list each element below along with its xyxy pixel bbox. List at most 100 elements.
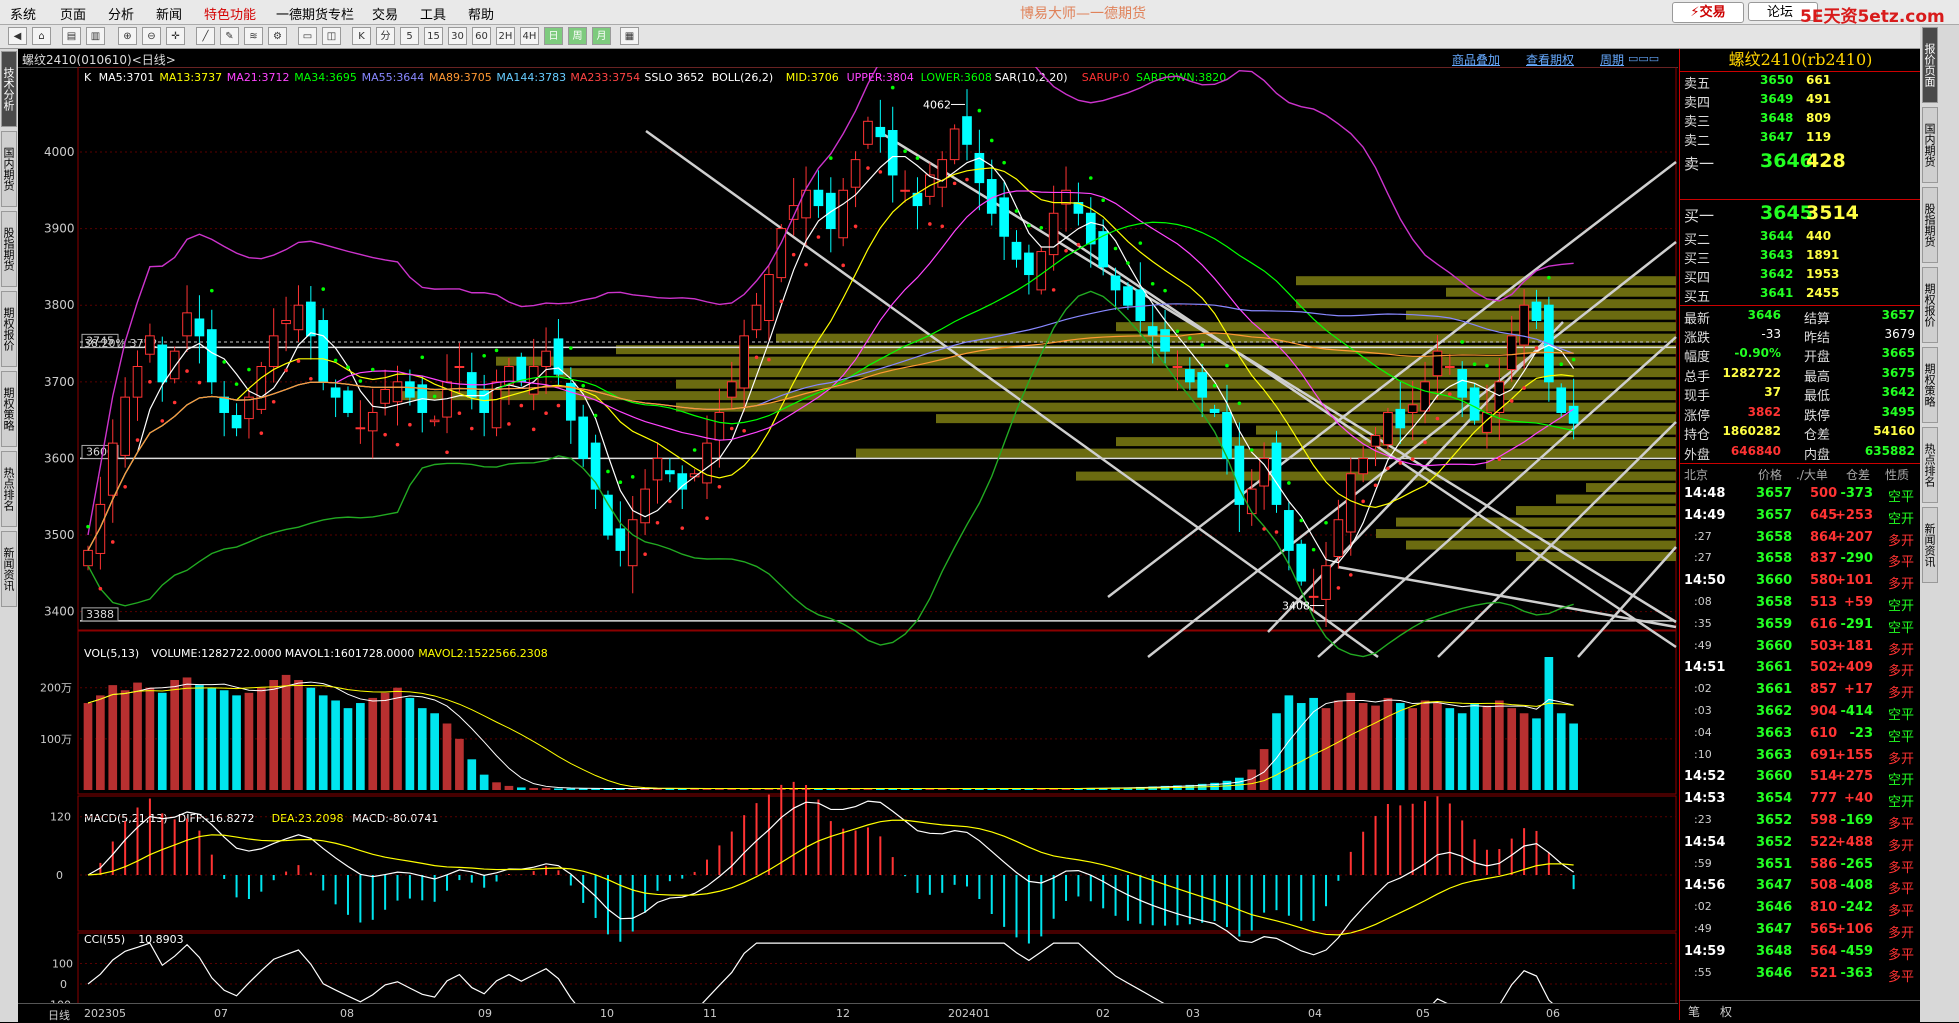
period-15[interactable]: 15 <box>424 27 443 45</box>
tab-hot-ranking-r[interactable]: 热点排名 <box>1922 427 1938 503</box>
menu-system[interactable]: 系统 <box>10 4 36 23</box>
sar-dot <box>284 368 288 373</box>
period-link[interactable]: 周期 <box>1600 51 1624 68</box>
ask-row[interactable]: 卖四 3649 491 <box>1680 90 1921 111</box>
options-link[interactable]: 查看期权 <box>1526 51 1574 68</box>
sar-dot <box>1051 288 1056 292</box>
sar-dot <box>1064 248 1068 253</box>
tab-quote-page[interactable]: 报价页面 <box>1922 27 1938 103</box>
price-axis-label: 3500 <box>44 528 75 542</box>
tab-domestic-futures-r[interactable]: 国内期货 <box>1922 107 1938 183</box>
period-k[interactable]: K <box>352 27 371 45</box>
tab-option-strategy-r[interactable]: 期权策略 <box>1922 347 1938 423</box>
volume-bar <box>219 690 229 790</box>
menu-trade[interactable]: 交易 <box>372 4 398 23</box>
candle-body <box>95 503 106 554</box>
draw-pen-icon[interactable]: ✎ <box>220 27 239 45</box>
volume-bar <box>405 697 415 790</box>
menu-yide-column[interactable]: 一德期货专栏 <box>276 4 354 23</box>
window-icon[interactable]: ▭ <box>298 27 317 45</box>
menu-page[interactable]: 页面 <box>60 4 86 23</box>
volume-bar <box>1420 700 1430 790</box>
ask-row[interactable]: 卖一 3646 428 <box>1680 149 1921 175</box>
draw-line-icon[interactable]: ╱ <box>196 27 215 45</box>
volume-bar <box>1495 700 1504 790</box>
bid-row[interactable]: 买二 3644 440 <box>1680 227 1921 248</box>
period-2h[interactable]: 2H <box>496 27 515 45</box>
menu-tools[interactable]: 工具 <box>420 4 446 23</box>
period-4h[interactable]: 4H <box>520 27 539 45</box>
tab-news-r[interactable]: 新闻资讯 <box>1922 507 1938 583</box>
tick-nature: 空开 <box>1888 511 1915 527</box>
main-indicator-label: UPPER:3804 <box>847 71 914 84</box>
candle-body <box>392 381 403 403</box>
volume-bar <box>96 695 105 790</box>
ask-row[interactable]: 卖三 3648 809 <box>1680 109 1921 130</box>
crosshair-icon[interactable]: ✛ <box>166 27 185 45</box>
sar-dot <box>816 235 821 239</box>
tab-rights[interactable]: 权 <box>1720 1003 1732 1020</box>
volume-bar <box>1284 695 1294 790</box>
volume-bar <box>1346 692 1356 790</box>
tick-price: 3647 <box>1756 878 1793 894</box>
tab-index-futures[interactable]: 股指期货 <box>1 211 17 287</box>
period-5[interactable]: 5 <box>400 27 419 45</box>
back-icon[interactable]: ◀ <box>8 27 27 45</box>
tick-volume: 503 <box>1810 638 1838 654</box>
settings-icon[interactable]: ⚙ <box>268 27 287 45</box>
tick-time: :49 <box>1694 638 1712 652</box>
tab-hot-ranking[interactable]: 热点排名 <box>1 451 17 527</box>
bid-row[interactable]: 买一 3645 3514 <box>1680 199 1921 226</box>
menu-analysis[interactable]: 分析 <box>108 4 134 23</box>
bid-label: 买五 <box>1684 290 1711 305</box>
period-month[interactable]: 月 <box>592 27 611 45</box>
tick-volume: 598 <box>1810 813 1838 828</box>
tab-domestic-futures[interactable]: 国内期货 <box>1 131 17 207</box>
zoom-in-icon[interactable]: ⊕ <box>118 27 137 45</box>
chart-canvas[interactable]: K MA5:3701 MA13:3737 MA21:3712 MA34:3695 MA55… <box>18 67 1678 1021</box>
tab-technical-analysis[interactable]: 技术分析 <box>1 51 17 127</box>
overlay-link[interactable]: 商品叠加 <box>1452 51 1500 68</box>
tick-row: 14:48 3657 500 -373 空平 <box>1680 483 1921 505</box>
tab-option-quotes[interactable]: 期权报价 <box>1 291 17 367</box>
sar-dot <box>271 399 276 404</box>
tab-index-futures-r[interactable]: 股指期货 <box>1922 187 1938 263</box>
quote-list-icon[interactable]: ▤ <box>62 27 81 45</box>
tab-ticks[interactable]: 笔 <box>1688 1003 1700 1020</box>
trade-button[interactable]: ⚡交易 <box>1672 2 1744 23</box>
period-60[interactable]: 60 <box>472 27 491 45</box>
tab-option-strategy[interactable]: 期权策略 <box>1 371 17 447</box>
bid-row[interactable]: 买三 3643 1891 <box>1680 246 1921 267</box>
menu-features[interactable]: 特色功能 <box>204 4 256 23</box>
home-icon[interactable]: ⌂ <box>32 27 51 45</box>
zoom-out-icon[interactable]: ⊖ <box>142 27 161 45</box>
volume-bar <box>1259 749 1269 790</box>
sar-dot <box>1188 336 1192 340</box>
sar-dot <box>197 380 202 385</box>
ask-row[interactable]: 卖二 3647 119 <box>1680 128 1921 149</box>
tile-icon[interactable]: ▦ <box>620 27 639 45</box>
chart-icon[interactable]: ▥ <box>86 27 105 45</box>
window-controls-icon[interactable]: ▭▭▭ <box>1628 52 1659 65</box>
sar-dot <box>1386 466 1390 471</box>
period-30[interactable]: 30 <box>448 27 467 45</box>
menu-help[interactable]: 帮助 <box>468 4 494 23</box>
volume-bar <box>83 703 93 790</box>
indicator-icon[interactable]: ≋ <box>244 27 263 45</box>
period-week[interactable]: 周 <box>568 27 587 45</box>
candle-body <box>1024 252 1034 276</box>
x-label-period: 日线 <box>48 1009 70 1022</box>
tab-news[interactable]: 新闻资讯 <box>1 531 17 607</box>
split-icon[interactable]: ◫ <box>322 27 341 45</box>
price-axis-label: 4000 <box>44 145 75 159</box>
kline-chart[interactable]: 螺纹2410(010610)<日线> 商品叠加 查看期权 周期 ▭▭▭ K MA5… <box>18 49 1678 1021</box>
bid-row[interactable]: 买四 3642 1953 <box>1680 265 1921 286</box>
period-day[interactable]: 日 <box>544 27 563 45</box>
period-minute[interactable]: 分 <box>376 27 395 45</box>
tick-nature: 多开 <box>1888 533 1915 549</box>
bid-row[interactable]: 买五 3641 2455 <box>1680 284 1921 305</box>
tab-option-quotes-r[interactable]: 期权报价 <box>1922 267 1938 343</box>
candle-body <box>1457 369 1468 398</box>
ask-row[interactable]: 卖五 3650 661 <box>1680 71 1921 92</box>
menu-news[interactable]: 新闻 <box>156 4 182 23</box>
